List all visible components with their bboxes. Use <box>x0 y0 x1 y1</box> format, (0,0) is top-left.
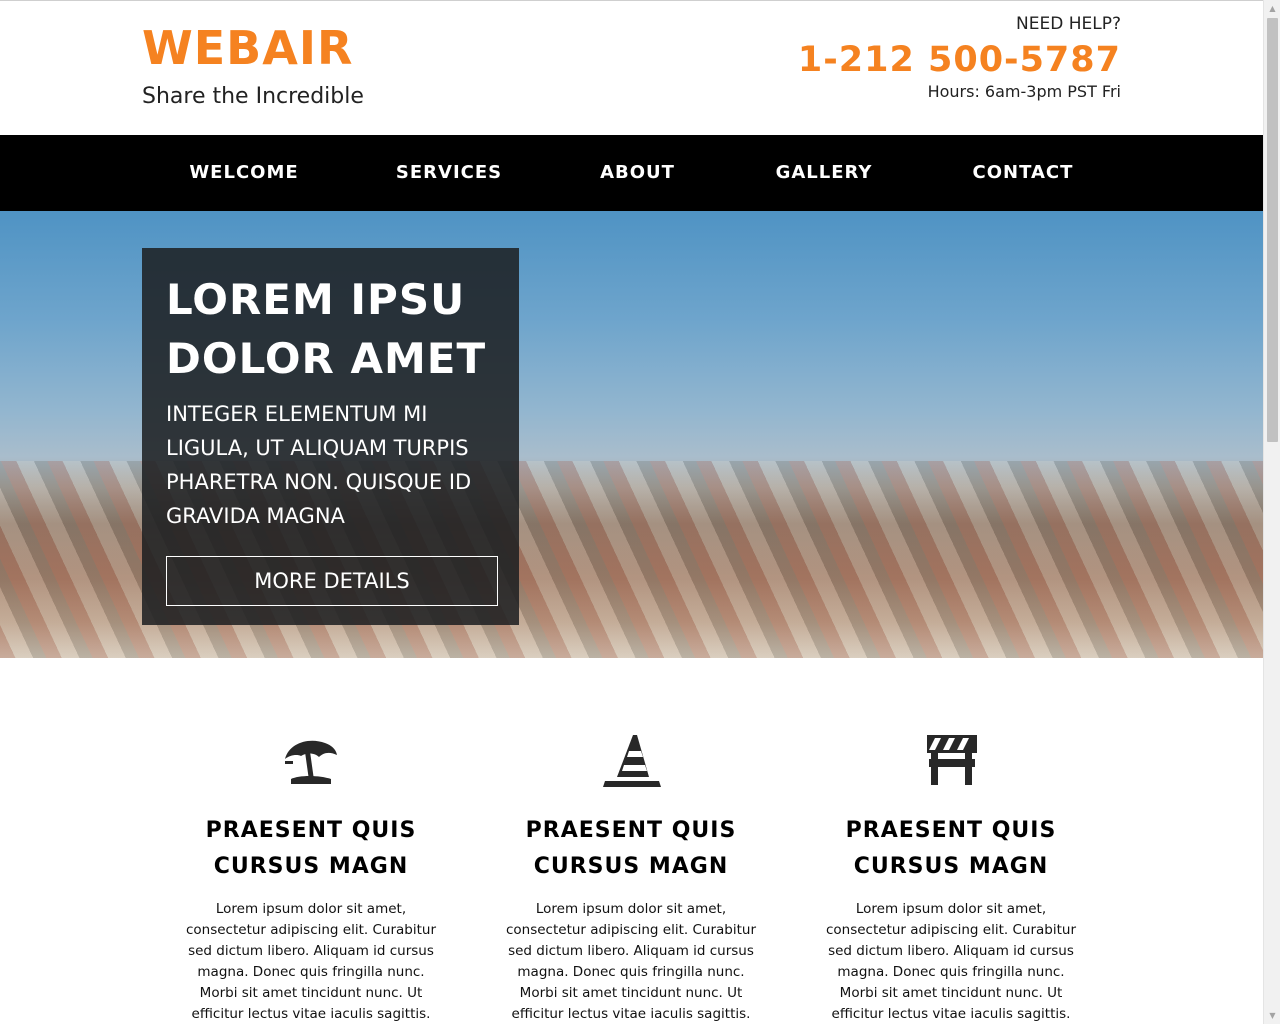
scrollbar-thumb[interactable] <box>1267 18 1278 442</box>
feature-text: Lorem ipsum dolor sit amet, consectetur … <box>185 901 437 1022</box>
page: WEBAIR Share the Incredible NEED HELP? 1… <box>0 0 1263 1024</box>
nav-item-gallery[interactable]: GALLERY <box>764 135 884 211</box>
feature-title: PRAESENT QUIS CURSUS MAGN <box>205 818 417 879</box>
hero-caption-box: LOREM IPSU DOLOR AMET INTEGER ELEMENTUM … <box>142 248 519 625</box>
nav-item-welcome[interactable]: WELCOME <box>184 135 304 211</box>
scroll-up-arrow-icon[interactable]: ▲ <box>1264 0 1280 17</box>
umbrella-icon <box>285 740 337 784</box>
phone-number[interactable]: 1-212 500-5787 <box>798 39 1121 81</box>
feature-text: Lorem ipsum dolor sit amet, consectetur … <box>825 901 1077 1022</box>
help-label: NEED HELP? <box>1016 14 1121 34</box>
more-details-button[interactable]: MORE DETAILS <box>166 556 498 606</box>
main-nav: WELCOME SERVICES ABOUT GALLERY CONTACT <box>0 135 1263 211</box>
site-tagline: Share the Incredible <box>142 84 364 109</box>
traffic-cone-icon <box>603 735 661 787</box>
feature-text: Lorem ipsum dolor sit amet, consectetur … <box>505 901 757 1022</box>
hero-banner: LOREM IPSU DOLOR AMET INTEGER ELEMENTUM … <box>0 211 1263 658</box>
feature-title: PRAESENT QUIS CURSUS MAGN <box>525 818 737 879</box>
nav-item-contact[interactable]: CONTACT <box>963 135 1083 211</box>
hero-text: INTEGER ELEMENTUM MI LIGULA, UT ALIQUAM … <box>166 402 472 528</box>
site-header: WEBAIR Share the Incredible NEED HELP? 1… <box>0 1 1263 135</box>
nav-item-services[interactable]: SERVICES <box>389 135 509 211</box>
nav-item-about[interactable]: ABOUT <box>580 135 695 211</box>
barricade-icon <box>927 735 977 785</box>
site-logo[interactable]: WEBAIR <box>142 21 353 75</box>
vertical-scrollbar[interactable]: ▲ ▼ <box>1263 0 1280 1024</box>
hero-title: LOREM IPSU DOLOR AMET <box>166 275 487 383</box>
business-hours: Hours: 6am-3pm PST Fri <box>927 82 1121 101</box>
scroll-down-arrow-icon[interactable]: ▼ <box>1264 1007 1280 1024</box>
feature-title: PRAESENT QUIS CURSUS MAGN <box>845 818 1057 879</box>
